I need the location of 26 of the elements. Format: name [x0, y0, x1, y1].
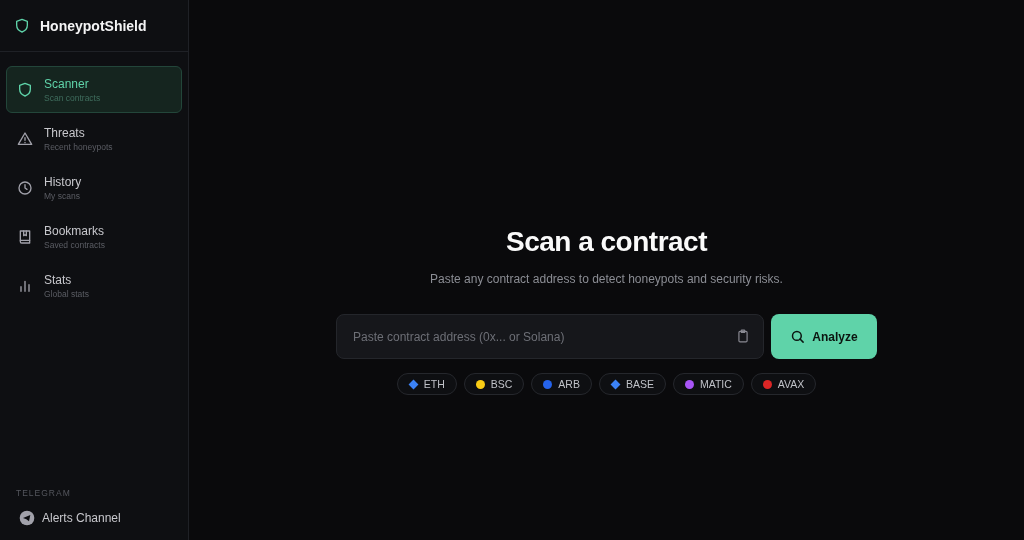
analyze-button[interactable]: Analyze: [771, 314, 877, 359]
warning-icon: [17, 130, 33, 147]
search-icon: [790, 329, 806, 344]
chain-chip[interactable]: AVAX: [750, 373, 817, 395]
nav-item[interactable]: Bookmarks Saved contracts: [6, 213, 182, 260]
chain-chip[interactable]: BASE: [598, 373, 666, 395]
address-field[interactable]: Paste contract address (0x... or Solana): [336, 314, 764, 359]
clock-icon: [17, 179, 33, 196]
page-subtitle: Paste any contract address to detect honeypots and security risks.: [430, 272, 783, 286]
app-name: HoneypotShield: [40, 17, 147, 34]
nav-item[interactable]: Threats Recent honeypots: [6, 115, 182, 162]
clipboard-icon: [736, 329, 750, 343]
chain-chip[interactable]: ETH: [396, 373, 457, 395]
shield-icon: [14, 16, 30, 35]
nav-item[interactable]: Scanner Scan contracts: [6, 66, 182, 113]
nav-item[interactable]: Stats Global stats: [6, 262, 182, 309]
chain-chip[interactable]: MATIC: [672, 373, 744, 395]
chain-chip[interactable]: BSC: [463, 373, 525, 395]
shield-icon: [17, 81, 33, 98]
page-title: Scan a contract: [506, 226, 707, 258]
telegram-icon: [19, 510, 35, 526]
nav-item[interactable]: History My scans: [6, 164, 182, 211]
book-icon: [17, 228, 33, 245]
section-heading: TELEGRAM: [16, 488, 72, 498]
chain-chip[interactable]: ARB: [531, 373, 592, 395]
telegram-link[interactable]: Alerts Channel: [19, 510, 188, 526]
